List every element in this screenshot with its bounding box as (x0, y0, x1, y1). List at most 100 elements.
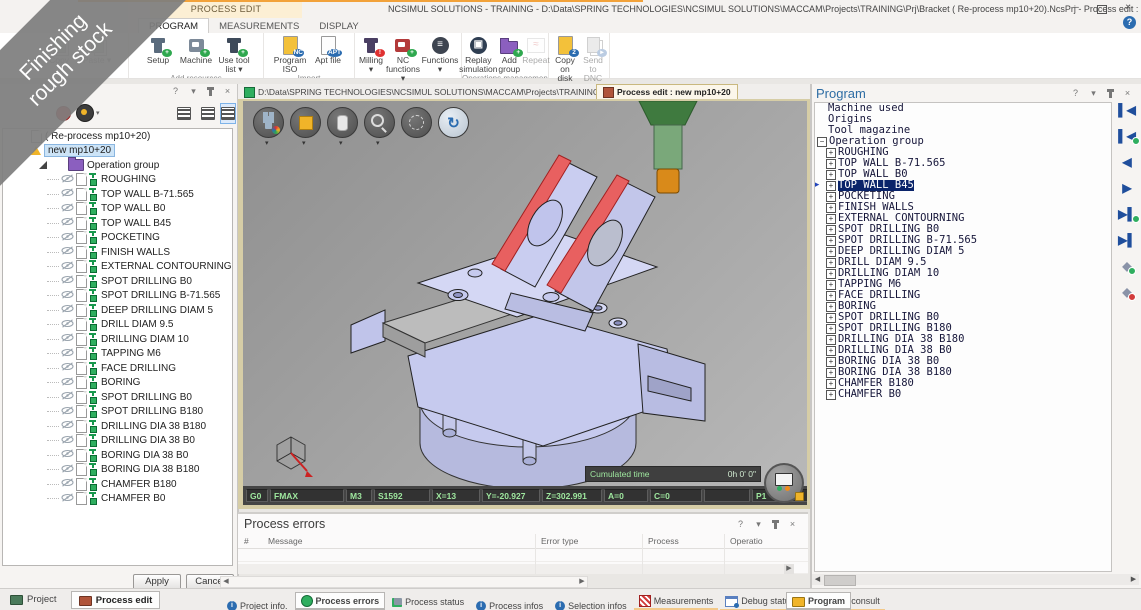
collapse-icon[interactable]: − (817, 137, 827, 147)
dock-tab-program[interactable]: Program (786, 592, 851, 610)
expand-icon[interactable]: + (826, 324, 836, 334)
scroll-right-icon[interactable]: ▶ (577, 577, 587, 587)
hidden-eye-icon[interactable] (61, 261, 76, 273)
dropdown-icon[interactable]: ▾ (265, 139, 269, 147)
expand-icon[interactable]: + (826, 269, 836, 279)
expand-triangle-icon[interactable] (39, 161, 47, 169)
hidden-eye-icon[interactable] (61, 420, 76, 432)
scroll-left-icon[interactable]: ◀ (812, 574, 823, 585)
add-group-button[interactable]: +Add group (498, 35, 520, 74)
functions-button[interactable]: ≡Functions ▾ (422, 35, 458, 74)
hidden-eye-icon[interactable] (61, 478, 76, 490)
expand-icon[interactable]: + (826, 313, 836, 323)
tree-item-top-wall-b45[interactable]: TOP WALL B45 (3, 216, 232, 231)
replay-simulation-button[interactable]: ▣Replay simulation (460, 35, 496, 74)
hidden-eye-icon[interactable] (61, 348, 76, 360)
dock-tab-project-info[interactable]: iProject info. (222, 598, 293, 610)
hidden-eye-icon[interactable] (61, 188, 76, 200)
tool-display-icon[interactable]: ▾ (253, 107, 284, 138)
minimize-button[interactable]: – (1069, 2, 1083, 14)
expand-icon[interactable]: + (826, 302, 836, 312)
hidden-eye-icon[interactable] (61, 362, 76, 374)
tree-item-chamfer-b0[interactable]: CHAMFER B0 (3, 492, 232, 507)
expand-icon[interactable]: + (826, 236, 836, 246)
tree-item-boring[interactable]: BORING (3, 376, 232, 391)
tree-item-tapping-m6[interactable]: TAPPING M6 (3, 347, 232, 362)
tab-display[interactable]: DISPLAY (309, 19, 368, 33)
tab-measurements[interactable]: MEASUREMENTS (209, 19, 309, 33)
tree-item-spot-drilling-b180[interactable]: SPOT DRILLING B180 (3, 405, 232, 420)
go-end-icon[interactable]: ▶▌ (1118, 234, 1136, 247)
dock-tab-process-infos[interactable]: iProcess infos (471, 598, 548, 610)
play-forward-icon[interactable]: ▶ (1122, 182, 1131, 195)
expand-icon[interactable]: + (826, 192, 836, 202)
expand-icon[interactable]: + (826, 258, 836, 268)
hidden-eye-icon[interactable] (61, 246, 76, 258)
hidden-eye-icon[interactable] (61, 493, 76, 505)
dropdown-icon[interactable]: ▾ (376, 139, 380, 147)
stock-display-icon[interactable]: ▾ (290, 107, 321, 138)
list-view-small-button[interactable] (172, 103, 196, 124)
tree-item-drilling-diam-10[interactable]: DRILLING DIAM 10 (3, 332, 232, 347)
play-backward-icon[interactable]: ◀ (1122, 156, 1131, 169)
hidden-eye-icon[interactable] (61, 435, 76, 447)
expand-icon[interactable]: + (826, 170, 836, 180)
bottom-tab-project[interactable]: Project (3, 591, 64, 607)
expand-icon[interactable]: + (826, 181, 836, 191)
errors-column-error-type[interactable]: Error type (541, 536, 578, 546)
tree-item-deep-drilling-diam-5[interactable]: DEEP DRILLING DIAM 5 (3, 303, 232, 318)
pin-icon[interactable] (774, 521, 777, 529)
3d-scene[interactable] (243, 101, 807, 505)
expand-icon[interactable]: + (826, 203, 836, 213)
hidden-eye-icon[interactable] (61, 464, 76, 476)
expand-icon[interactable]: + (826, 390, 836, 400)
program-op-chamfer-b0[interactable]: +CHAMFER B0 (815, 389, 1111, 400)
dock-tab-process-status[interactable]: Process status (387, 595, 469, 610)
dock-tab-selection-infos[interactable]: iSelection infos (550, 598, 632, 610)
scroll-left-icon[interactable]: ◀ (221, 577, 231, 587)
tree-item-spot-drilling-b-71-565[interactable]: SPOT DRILLING B-71.565 (3, 289, 232, 304)
close-icon[interactable]: × (1122, 88, 1133, 99)
dock-tab-process-errors[interactable]: Process errors (295, 592, 386, 610)
viewport-tab-process-edit[interactable]: Process edit : new mp10+20 (596, 84, 738, 99)
tree-item-face-drilling[interactable]: FACE DRILLING (3, 361, 232, 376)
tree-item-drill-diam-9-5[interactable]: DRILL DIAM 9.5 (3, 318, 232, 333)
repeat-button[interactable]: ≈Repeat (522, 35, 549, 65)
expand-icon[interactable]: + (826, 159, 836, 169)
3d-view[interactable]: ▾▾▾▾↻ Cumulated time 0h 0' 0" G0FMAXM3S1… (243, 101, 807, 505)
dropdown-icon[interactable]: ▾ (302, 139, 306, 147)
selection-circle-icon[interactable] (401, 107, 432, 138)
add-stop-icon[interactable]: ◆ (1122, 260, 1131, 273)
expand-icon[interactable]: + (826, 346, 836, 356)
tree-item-boring-dia-38-b180[interactable]: BORING DIA 38 B180 (3, 463, 232, 478)
hidden-eye-icon[interactable] (61, 304, 76, 316)
expand-icon[interactable]: + (826, 357, 836, 367)
bottom-tab-process-edit[interactable]: Process edit (71, 591, 161, 609)
tree-item-external-contourning[interactable]: EXTERNAL CONTOURNING (3, 260, 232, 275)
hidden-eye-icon[interactable] (61, 391, 76, 403)
hidden-eye-icon[interactable] (61, 174, 76, 186)
tree-item-chamfer-b180[interactable]: CHAMFER B180 (3, 477, 232, 492)
scroll-right-icon[interactable]: ▶ (1128, 574, 1139, 585)
target-dropdown-icon[interactable]: ▾ (96, 109, 100, 117)
expand-icon[interactable]: + (826, 280, 836, 290)
tree-item-drilling-dia-38-b0[interactable]: DRILLING DIA 38 B0 (3, 434, 232, 449)
close-button[interactable]: × (1121, 2, 1135, 14)
tree-item-roughing[interactable]: ROUGHING (3, 173, 232, 188)
dock-tab-measurements[interactable]: Measurements (634, 593, 719, 610)
program-hscrollbar[interactable]: ◀ ▶ (812, 574, 1139, 585)
list-view-detail-button[interactable] (220, 103, 236, 124)
hidden-eye-icon[interactable] (61, 377, 76, 389)
dropdown-icon[interactable]: ▾ (339, 139, 343, 147)
milling-button[interactable]: !Milling ▾ (358, 35, 384, 74)
tree-item-boring-dia-38-b0[interactable]: BORING DIA 38 B0 (3, 448, 232, 463)
help-icon[interactable]: ? (1070, 88, 1081, 99)
pin-icon[interactable] (1109, 90, 1112, 98)
hidden-eye-icon[interactable] (61, 203, 76, 215)
menu-icon[interactable]: ▾ (753, 519, 764, 530)
apt-file-button[interactable]: APTApt file (310, 35, 346, 65)
nc-functions-button[interactable]: +NC functions ▾ (386, 35, 420, 83)
viewport-tab-project[interactable]: D:\Data\SPRING TECHNOLOGIES\NCSIMUL SOLU… (238, 85, 596, 99)
help-icon[interactable]: ? (170, 86, 181, 97)
step-forward-to-op-icon[interactable]: ▶▌ (1118, 208, 1136, 221)
